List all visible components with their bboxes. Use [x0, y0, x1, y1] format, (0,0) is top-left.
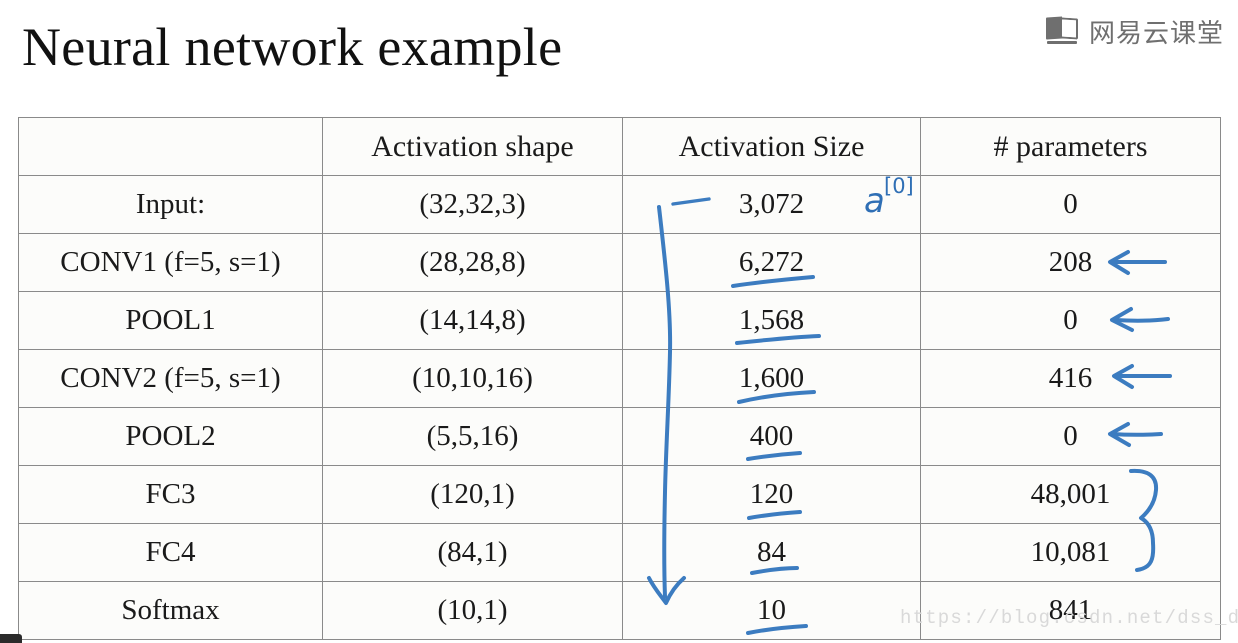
table-row: FC4 (84,1) 84 10,081: [18, 523, 1221, 582]
cell-shape: (5,5,16): [322, 407, 623, 466]
cell-parameters: 48,001: [920, 465, 1221, 524]
column-header-activation-size: Activation Size: [622, 117, 921, 176]
cell-shape: (14,14,8): [322, 291, 623, 350]
table-row: CONV1 (f=5, s=1) (28,28,8) 6,272 208: [18, 233, 1221, 292]
cell-layer: POOL1: [18, 291, 323, 350]
cell-layer: Input:: [18, 175, 323, 234]
cell-shape: (10,1): [322, 581, 623, 640]
frame-corner-nub: [0, 634, 22, 643]
page-title: Neural network example: [22, 17, 563, 77]
cell-shape: (10,10,16): [322, 349, 623, 408]
cell-layer: POOL2: [18, 407, 323, 466]
network-summary-table: Activation shape Activation Size # param…: [18, 117, 1221, 640]
cell-layer: CONV2 (f=5, s=1): [18, 349, 323, 408]
cell-activation-size: 1,600: [622, 349, 921, 408]
cell-layer: Softmax: [18, 581, 323, 640]
cell-parameters: 0: [920, 407, 1221, 466]
cell-shape: (120,1): [322, 465, 623, 524]
cell-activation-size: 3,072: [622, 175, 921, 234]
table-row: POOL1 (14,14,8) 1,568 0: [18, 291, 1221, 350]
cell-layer: FC3: [18, 465, 323, 524]
cell-activation-size: 6,272: [622, 233, 921, 292]
network-summary-table-container: Activation shape Activation Size # param…: [18, 117, 1221, 640]
table-row: FC3 (120,1) 120 48,001: [18, 465, 1221, 524]
table-row: Input: (32,32,3) 3,072 0: [18, 175, 1221, 234]
cell-activation-size: 400: [622, 407, 921, 466]
cell-activation-size: 1,568: [622, 291, 921, 350]
cell-parameters: 416: [920, 349, 1221, 408]
column-header-layer: [18, 117, 323, 176]
cell-parameters: 0: [920, 175, 1221, 234]
brand-name: 网易云课堂: [1088, 18, 1224, 49]
bottom-caption: [430, 632, 850, 643]
cell-shape: (28,28,8): [322, 233, 623, 292]
cell-activation-size: 10: [622, 581, 921, 640]
table-row: POOL2 (5,5,16) 400 0: [18, 407, 1221, 466]
cell-layer: FC4: [18, 523, 323, 582]
cell-shape: (84,1): [322, 523, 623, 582]
cell-parameters: 10,081: [920, 523, 1221, 582]
book-icon: [1045, 16, 1080, 46]
cell-parameters: 208: [920, 233, 1221, 292]
brand-logo: 网易云课堂: [1045, 12, 1224, 50]
cell-activation-size: 120: [622, 465, 921, 524]
cell-shape: (32,32,3): [322, 175, 623, 234]
cell-activation-size: 84: [622, 523, 921, 582]
column-header-parameters: # parameters: [920, 117, 1221, 176]
column-header-activation-shape: Activation shape: [322, 117, 623, 176]
table-header-row: Activation shape Activation Size # param…: [18, 117, 1221, 176]
cell-parameters: 0: [920, 291, 1221, 350]
table-row: CONV2 (f=5, s=1) (10,10,16) 1,600 416: [18, 349, 1221, 408]
cell-layer: CONV1 (f=5, s=1): [18, 233, 323, 292]
slide-header: Neural network example 网易云课堂: [0, 0, 1238, 105]
watermark-url: https://blog.csdn.net/dss_dsssss: [900, 607, 1238, 629]
